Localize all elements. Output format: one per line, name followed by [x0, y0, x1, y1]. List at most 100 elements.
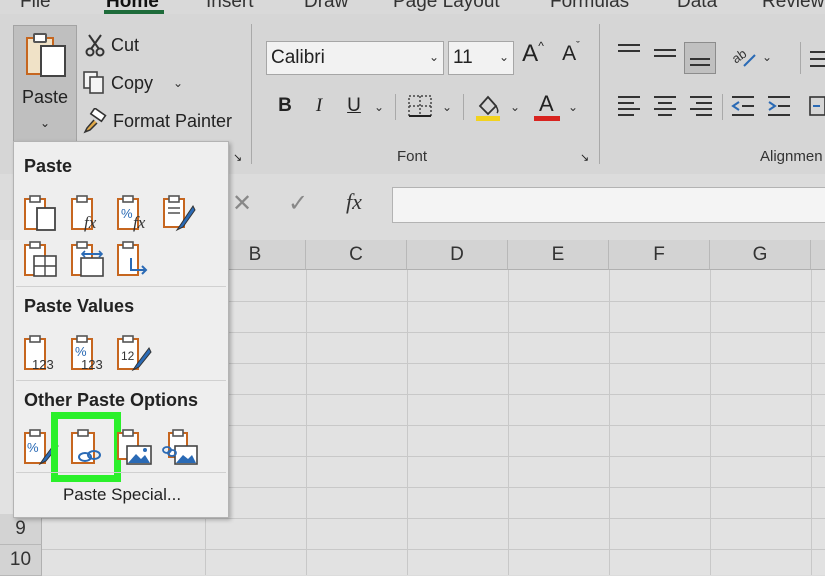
paste-label: Paste	[22, 87, 69, 107]
font-size-box[interactable]: 11 ⌄	[448, 41, 514, 75]
svg-text:12: 12	[121, 349, 135, 363]
ribbon-tabs: File Home Insert Draw Page Layout Formul…	[0, 0, 825, 14]
paste-button[interactable]: Paste ⌄	[13, 25, 77, 151]
cancel-formula-icon[interactable]: ✕	[232, 189, 252, 218]
bold-button[interactable]: B	[272, 93, 298, 119]
alignment-group-label: Alignmen	[760, 148, 823, 165]
gridline	[407, 270, 408, 575]
decrease-font-size-button[interactable]: Aˇ	[558, 40, 584, 67]
font-group-label: Font	[397, 148, 428, 165]
cut-label: Cut	[111, 34, 140, 55]
font-color-dropdown-icon[interactable]: ⌄	[568, 100, 578, 114]
row-header-9[interactable]: 9	[0, 514, 42, 545]
align-center-icon[interactable]	[652, 94, 678, 118]
paste-special-menu-item[interactable]: Paste Special...	[14, 485, 230, 505]
copy-dropdown-icon[interactable]: ⌄	[173, 76, 183, 90]
scissors-icon	[85, 34, 105, 57]
cut-button[interactable]: Cut	[84, 33, 139, 57]
column-header-f[interactable]: F	[609, 240, 710, 270]
clipboard-dialog-launcher-icon[interactable]: ↘	[233, 151, 242, 164]
increase-font-icon: A	[522, 40, 539, 67]
paste-values-icon[interactable]: 123	[22, 334, 60, 372]
increase-font-size-button[interactable]: A ^	[520, 39, 546, 67]
increase-indent-icon[interactable]	[766, 94, 792, 118]
borders-dropdown-icon[interactable]: ⌄	[442, 100, 452, 114]
wrap-text-icon[interactable]	[808, 48, 825, 70]
fill-color-icon[interactable]	[474, 92, 502, 122]
italic-button[interactable]: I	[306, 93, 332, 119]
ribbon-separator	[800, 42, 801, 74]
align-left-icon[interactable]	[616, 94, 642, 118]
paste-keep-source-formatting-icon[interactable]	[161, 194, 199, 232]
svg-text:123: 123	[81, 357, 103, 372]
svg-text:123: 123	[32, 357, 54, 372]
paste-values-section-title: Paste Values	[24, 296, 135, 316]
formula-input[interactable]	[392, 187, 825, 223]
column-header-d[interactable]: D	[407, 240, 508, 270]
font-name-value: Calibri	[271, 47, 325, 68]
ribbon-separator	[722, 94, 723, 120]
ribbon-separator	[599, 24, 600, 164]
font-color-icon: A	[539, 91, 554, 116]
paste-linked-picture-icon[interactable]	[161, 428, 199, 466]
underline-dropdown-icon[interactable]: ⌄	[374, 100, 384, 114]
middle-align-icon[interactable]	[652, 44, 678, 64]
paste-options-menu: Paste fx % fx Paste Values 123 % 123 12 …	[13, 141, 229, 518]
copy-button[interactable]: Copy ⌄	[82, 70, 183, 96]
font-color-button[interactable]: A	[533, 91, 561, 123]
fill-color-dropdown-icon[interactable]: ⌄	[510, 100, 520, 114]
tab-file[interactable]: File	[20, 0, 51, 13]
chevron-down-icon: ⌄	[428, 50, 439, 64]
font-dialog-launcher-icon[interactable]: ↘	[580, 151, 589, 164]
paste-transpose-icon[interactable]	[115, 240, 153, 278]
menu-divider	[16, 472, 226, 473]
gridline	[42, 518, 825, 519]
column-header[interactable]	[811, 240, 825, 270]
ribbon-separator	[251, 24, 252, 164]
align-right-icon[interactable]	[688, 94, 714, 118]
font-name-box[interactable]: Calibri ⌄	[266, 41, 444, 75]
column-header-g[interactable]: G	[710, 240, 811, 270]
menu-divider	[16, 380, 226, 381]
tab-data[interactable]: Data	[677, 0, 717, 13]
gridline	[42, 549, 825, 550]
paste-keep-column-widths-icon[interactable]	[69, 240, 107, 278]
borders-icon[interactable]	[407, 94, 433, 118]
tab-draw[interactable]: Draw	[304, 0, 348, 13]
svg-text:fx: fx	[84, 213, 97, 232]
underline-button[interactable]: U	[341, 93, 367, 119]
tab-page-layout[interactable]: Page Layout	[393, 0, 500, 13]
top-align-icon[interactable]	[616, 42, 642, 62]
paste-link-icon[interactable]	[68, 428, 106, 466]
paste-formulas-icon[interactable]: fx	[69, 194, 107, 232]
format-painter-label: Format Painter	[113, 110, 233, 131]
bottom-align-button[interactable]	[684, 42, 716, 74]
tab-formulas[interactable]: Formulas	[550, 0, 629, 13]
paste-section-title: Paste	[24, 156, 73, 176]
paste-picture-icon[interactable]	[115, 428, 153, 466]
bottom-align-icon	[690, 58, 710, 66]
column-header-c[interactable]: C	[306, 240, 407, 270]
decrease-indent-icon[interactable]	[730, 94, 756, 118]
paste-icon[interactable]	[22, 194, 60, 232]
tab-insert[interactable]: Insert	[206, 0, 254, 13]
orientation-dropdown-icon[interactable]: ⌄	[762, 50, 772, 64]
insert-function-button[interactable]: fx	[346, 189, 362, 215]
chevron-down-icon: ⌄	[498, 50, 509, 64]
paste-values-number-formatting-icon[interactable]: % 123	[69, 334, 107, 372]
paste-values-source-formatting-icon[interactable]: 12	[115, 334, 153, 372]
row-header-10[interactable]: 10	[0, 545, 42, 576]
copy-icon	[83, 71, 104, 94]
tab-review[interactable]: Review	[762, 0, 824, 13]
confirm-formula-icon[interactable]: ✓	[288, 189, 308, 218]
paste-no-borders-icon[interactable]	[22, 240, 60, 278]
orientation-icon[interactable]: ab	[730, 42, 758, 70]
chevron-down-icon: ⌄	[40, 116, 51, 130]
format-painter-button[interactable]: Format Painter	[82, 108, 232, 134]
copy-label: Copy	[111, 72, 154, 93]
merge-center-icon[interactable]	[808, 94, 825, 118]
decrease-font-icon: A	[562, 42, 577, 65]
column-header-e[interactable]: E	[508, 240, 609, 270]
paste-clipboard-icon	[26, 33, 66, 77]
paste-formulas-number-formatting-icon[interactable]: % fx	[115, 194, 153, 232]
